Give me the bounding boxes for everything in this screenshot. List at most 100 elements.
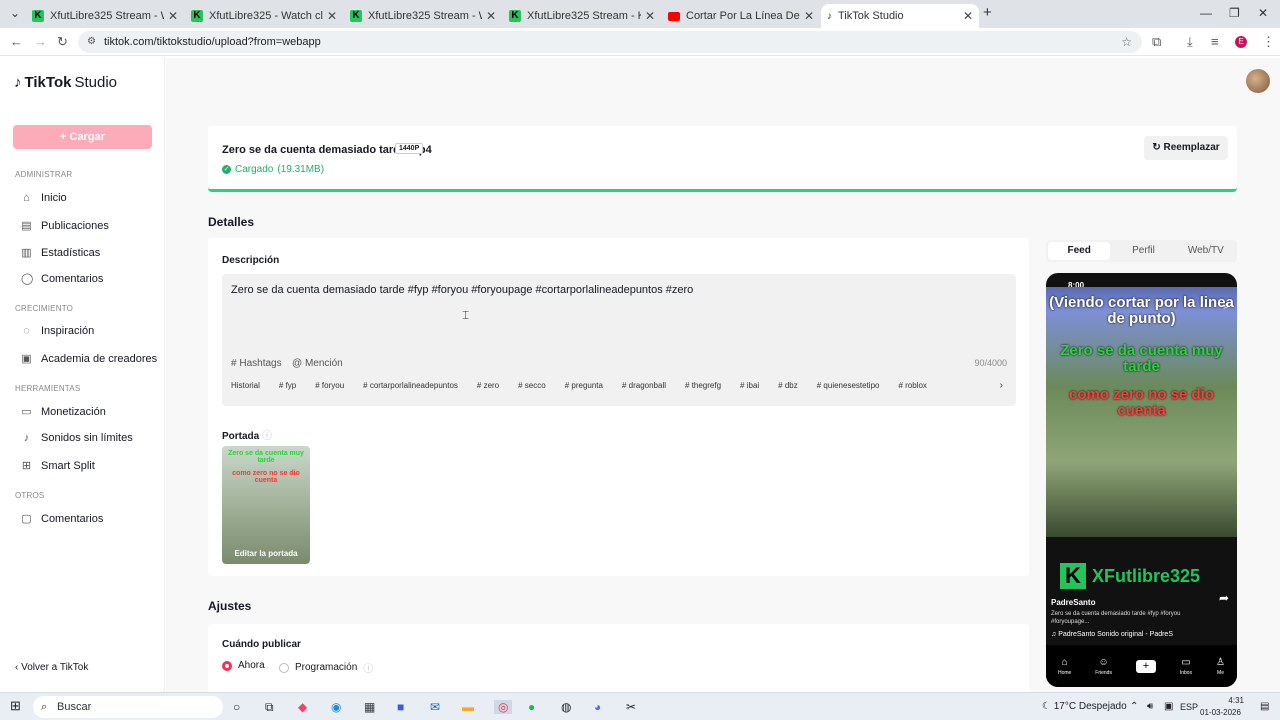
browser-tab-active[interactable]: ♪ TikTok Studio ✕ [821,4,979,28]
site-info-icon[interactable]: ⚙ [87,31,96,53]
close-icon[interactable]: ✕ [168,9,178,23]
close-icon[interactable]: ✕ [327,9,337,23]
notification-icon[interactable]: ▤ [1260,701,1269,712]
discord-icon[interactable]: ◕ [594,700,601,714]
reload-icon[interactable]: ↻ [57,34,68,50]
cover-thumbnail[interactable]: Zero se da cuenta muy tarde como zero no… [222,446,310,564]
radio-unselected [279,662,289,673]
replace-button[interactable]: ↻ Reemplazar [1144,136,1228,160]
browser-menu-icon[interactable]: ⋮ [1262,34,1275,50]
language-indicator[interactable]: ESP [1180,702,1198,712]
cortana-icon[interactable]: ○ [233,700,240,714]
tab-perfil[interactable]: Perfil [1112,240,1174,262]
info-icon[interactable]: ⓘ [363,660,373,675]
radio-schedule[interactable]: Programación ⓘ [279,660,373,675]
profile-avatar[interactable]: E [1235,36,1247,48]
app-icon[interactable]: ◍ [561,700,571,714]
hashtag-suggestion[interactable]: # foryou [315,381,344,390]
mail-icon[interactable]: ✉ [430,700,440,714]
hashtag-suggestion[interactable]: # dbz [778,381,798,390]
hashtag-suggestion[interactable]: # pregunta [565,381,603,390]
maximize-icon[interactable]: ❐ [1229,6,1240,20]
edit-cover-button[interactable]: Editar la portada [222,549,310,558]
sidebar-item-inspiracion[interactable]: ◌ Inspiración [21,325,94,337]
suggestion-history[interactable]: Historial [231,381,260,390]
sidebar-item-inicio[interactable]: ⌂ Inicio [21,192,67,204]
browser-tab[interactable]: KXfutLibre325 - Watch clips on K✕ [185,4,343,28]
clock-time[interactable]: 4:31 [1212,696,1244,705]
weather-status[interactable]: ☾ 17°C Despejado [1042,701,1127,712]
app-icon[interactable]: ■ [397,700,404,714]
avatar[interactable] [1246,69,1270,93]
tab-web-tv[interactable]: Web/TV [1175,240,1237,262]
description-text[interactable]: Zero se da cuenta demasiado tarde #fyp #… [231,284,693,296]
sidebar-item-publicaciones[interactable]: ▤ Publicaciones [21,219,109,233]
sidebar-item-estadisticas[interactable]: ▥ Estadísticas [21,246,100,260]
volume-icon[interactable]: 🔊︎ [1147,701,1153,712]
sidebar-item-monetizacion[interactable]: ▭ Monetización [21,405,106,419]
hashtag-suggestion[interactable]: # quienesestetipo [817,381,880,390]
description-editor[interactable]: Zero se da cuenta demasiado tarde #fyp #… [222,274,1016,406]
radio-now[interactable]: Ahora [222,660,265,671]
sidebar-item-academia[interactable]: ▣ Academia de creadores [21,352,157,366]
tray-chevron-icon[interactable]: ⌃ [1130,701,1138,712]
close-icon[interactable]: ✕ [963,9,973,23]
sidebar-item-comentarios-otros[interactable]: ▢ Comentarios [21,512,103,526]
tiktok-icon: ♪ [827,10,832,22]
store-icon[interactable]: ▦ [364,700,375,714]
network-icon[interactable]: ▣ [1164,701,1173,712]
hashtag-suggestion[interactable]: # dragonball [622,381,666,390]
spotify-icon[interactable]: ● [528,700,535,714]
browser-tab[interactable]: KXfutLibre325 Stream - Watch Li✕ [344,4,502,28]
download-icon[interactable]: ⤓ [1187,34,1193,50]
mention-button[interactable]: @ Mención [292,358,343,369]
new-tab-icon[interactable]: + [983,4,992,21]
sidebar-item-comentarios[interactable]: ◯ Comentarios [21,272,103,286]
windows-start-icon[interactable]: ⊞ [10,698,21,714]
browser-tab[interactable]: KXfutLibre325 Stream - Kick Das✕ [503,4,661,28]
back-to-tiktok-link[interactable]: ‹ Volver a TikTok [15,662,88,673]
sidebar-item-sonidos[interactable]: ♪ Sonidos sin límites [21,432,133,444]
minimize-icon[interactable]: — [1200,6,1212,20]
kick-icon: K [509,10,521,22]
browser-tab[interactable]: KXfutLibre325 Stream - Watch Li✕ [26,4,184,28]
browser-tab[interactable]: Cortar Por La Línea De Puntos -✕ [662,4,820,28]
bookmark-star-icon[interactable]: ☆ [1121,31,1132,53]
capcut-icon[interactable]: ✂ [626,700,636,714]
reading-list-icon[interactable]: ≡ [1211,34,1219,49]
cover-caption-green: Zero se da cuenta muy tarde [228,450,304,464]
back-arrow-icon[interactable]: ← [10,34,23,49]
file-explorer-icon[interactable]: ▬ [462,700,474,714]
info-icon[interactable]: ⓘ [262,431,272,442]
forward-arrow-icon[interactable]: → [34,34,47,49]
task-view-icon[interactable]: ⧉ [265,700,274,715]
edge-icon[interactable]: ◉ [331,700,341,714]
hashtags-button[interactable]: # Hashtags [231,358,282,369]
money-icon: ▭ [21,406,32,418]
close-window-icon[interactable]: ✕ [1258,6,1268,20]
clock-date[interactable]: 01-03-2026 [1200,708,1241,717]
taskbar-search[interactable]: ⌕ Buscar [33,696,223,718]
close-icon[interactable]: ✕ [486,9,496,23]
close-icon[interactable]: ✕ [645,9,655,23]
cover-caption-red: como zero no se dio cuenta [232,470,300,484]
tab-feed[interactable]: Feed [1048,242,1111,260]
nav-home: ⌂ Home [1057,656,1072,676]
hashtag-suggestion[interactable]: # cortarporlalineadepuntos [363,381,458,390]
hashtag-suggestion[interactable]: # zero [477,381,499,390]
sidebar-item-smart-split[interactable]: ⊞ Smart Split [21,459,95,473]
hashtag-suggestion[interactable]: # roblox [898,381,926,390]
hashtag-suggestion[interactable]: # secco [518,381,546,390]
chrome-icon[interactable]: ◎ [494,700,513,714]
close-icon[interactable]: ✕ [804,9,814,23]
extensions-icon[interactable]: ⧉ [1152,34,1161,50]
hashtag-suggestion[interactable]: # ibai [740,381,759,390]
upload-button[interactable]: + Cargar [13,125,152,149]
tiktok-studio-logo[interactable]: ♪ TikTok Studio [14,74,117,91]
app-icon[interactable]: ◆ [298,700,307,714]
hashtag-suggestion[interactable]: # fyp [279,381,296,390]
chevron-right-icon[interactable]: › [1000,380,1003,391]
address-bar[interactable]: ⚙ tiktok.com/tiktokstudio/upload?from=we… [78,31,1142,53]
tab-search-icon[interactable]: ⌄ [10,6,20,20]
hashtag-suggestion[interactable]: # thegrefg [685,381,721,390]
